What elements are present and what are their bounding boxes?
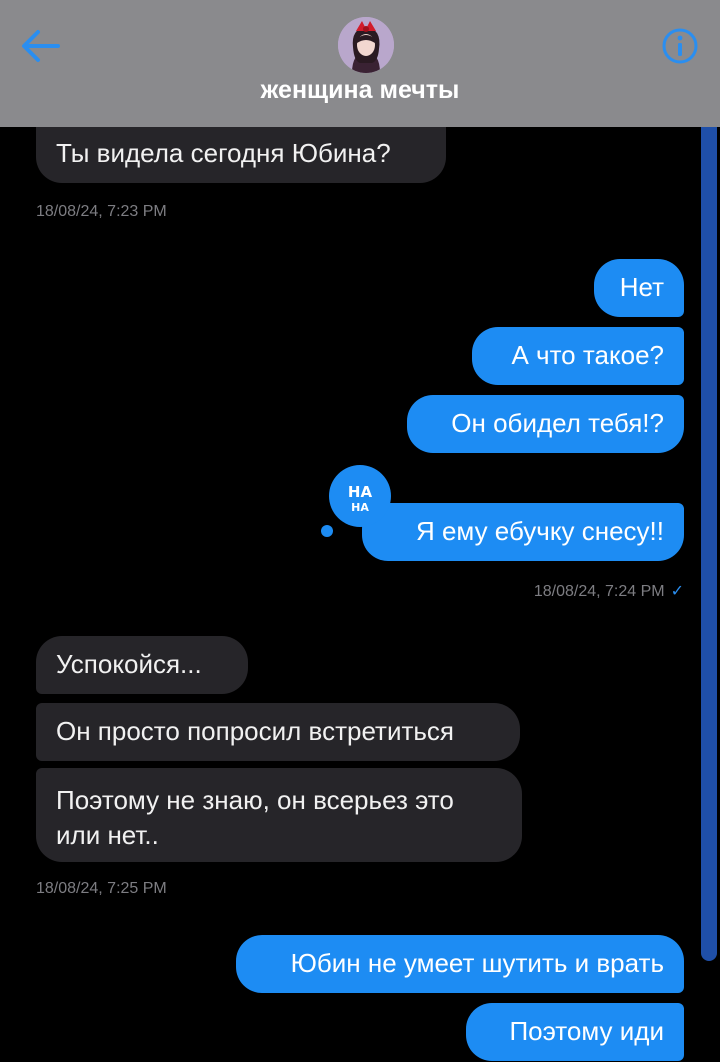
message-bubble-outgoing[interactable]: А что такое? (472, 327, 684, 385)
timestamp-text: 18/08/24, 7:24 PM (533, 583, 665, 600)
message-timestamp: 18/08/24, 7:23 PM (36, 203, 167, 220)
message-bubble-incoming[interactable]: Поэтому не знаю, он всерьез это или нет.… (36, 768, 522, 862)
message-bubble-incoming[interactable]: Ты видела сегодня Юбина? (36, 125, 446, 183)
arrow-left-icon (22, 30, 60, 62)
message-bubble-outgoing[interactable]: Юбин не умеет шутить и врать (236, 935, 684, 993)
avatar-image (338, 17, 394, 73)
sticker-text-bottom: НА (351, 501, 369, 514)
message-bubble-outgoing[interactable]: Я ему ебучку снесу!! (362, 503, 684, 561)
message-bubble-outgoing[interactable]: Он обидел тебя!? (407, 395, 684, 453)
message-bubble-incoming[interactable]: Успокойся... (36, 636, 248, 694)
sticker-text-top: НА (348, 483, 373, 501)
message-timestamp: 18/08/24, 7:24 PM ✓ (534, 581, 684, 601)
chat-header: женщина мечты (0, 0, 720, 127)
info-icon (662, 28, 698, 64)
sticker-badge-text: НА НА (348, 483, 373, 514)
message-timestamp: 18/08/24, 7:25 PM (36, 880, 167, 897)
message-bubble-outgoing[interactable]: Поэтому иди (466, 1003, 684, 1061)
info-button[interactable] (660, 26, 700, 66)
scrollbar[interactable] (701, 127, 717, 961)
message-bubble-incoming[interactable]: Он просто попросил встретиться (36, 703, 520, 761)
avatar[interactable] (338, 17, 394, 73)
back-button[interactable] (16, 24, 64, 68)
sticker-badge-icon[interactable]: НА НА (329, 465, 391, 527)
chat-title[interactable]: женщина мечты (0, 76, 720, 105)
message-bubble-outgoing[interactable]: Нет (594, 259, 684, 317)
chat-screen: женщина мечты Ты видела сегодня Юбина? 1… (0, 0, 720, 1062)
checkmark-icon: ✓ (670, 583, 684, 600)
